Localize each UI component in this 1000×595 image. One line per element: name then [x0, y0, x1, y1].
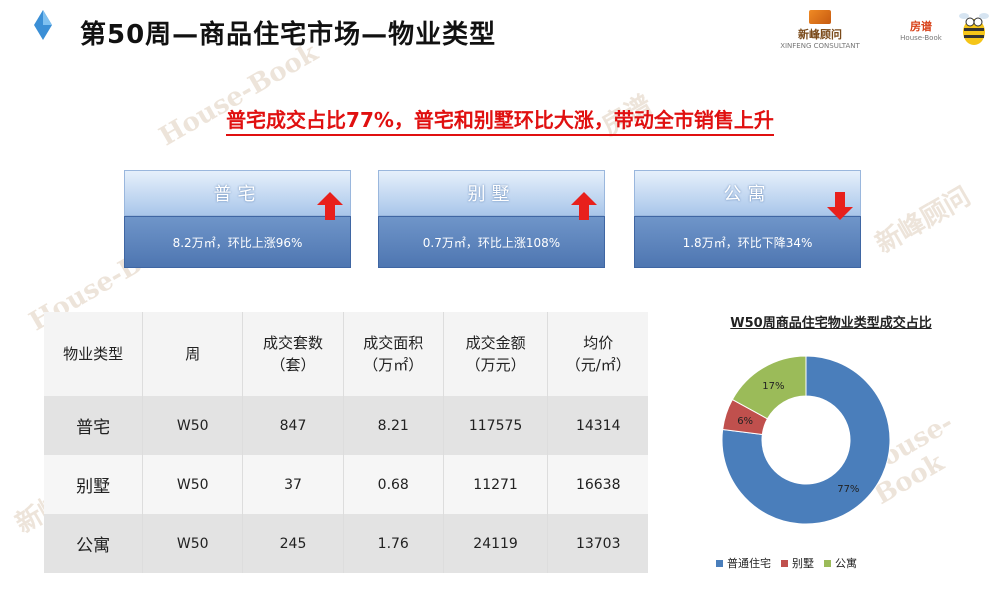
page-title: 第50周—商品住宅市场—物业类型: [80, 20, 497, 50]
table-row: 普宅 W50 847 8.21 117575 14314: [44, 396, 648, 455]
col-header: 周: [142, 312, 244, 396]
table-cell: 245: [242, 514, 344, 573]
headline: 普宅成交占比77%，普宅和别墅环比大涨，带动全市销售上升: [0, 104, 1000, 136]
card-detail: 8.2万㎡，环比上涨96%: [124, 216, 351, 268]
legend-swatch: [824, 559, 831, 567]
header-line: 物业类型: [63, 345, 124, 363]
col-header: 成交金额 （万元）: [443, 312, 549, 396]
table-cell: W50: [142, 514, 244, 573]
legend-label: 别墅: [792, 557, 814, 570]
header-line: 成交金额: [465, 334, 526, 352]
header-line: 成交套数: [263, 334, 324, 352]
table-cell: 8.21: [343, 396, 444, 455]
chart-title: W50周商品住宅物业类型成交占比: [730, 316, 932, 331]
xinfeng-mark-icon: [809, 10, 831, 24]
header-line: （万元）: [465, 356, 526, 374]
brand-a-sub: XINFENG CONSULTANT: [780, 42, 860, 50]
legend-swatch: [781, 559, 788, 567]
header-line: （万㎡）: [363, 356, 424, 374]
legend-item: 别墅: [781, 555, 814, 571]
slide-header: 第50周—商品住宅市场—物业类型 新峰顾问 XINFENG CONSULTANT…: [0, 0, 1000, 64]
table-cell: 普宅: [44, 396, 144, 455]
legend-item: 公寓: [824, 555, 857, 571]
col-header: 均价 （元/㎡）: [547, 312, 648, 396]
watermark: 新峰顾问: [870, 181, 976, 260]
bee-mascot-icon: [959, 13, 989, 45]
table-cell: 14314: [547, 396, 648, 455]
table-cell: 1.76: [343, 514, 444, 573]
table-cell: 公寓: [44, 514, 144, 573]
diamond-logo-icon: [34, 10, 52, 40]
col-header: 成交套数 （套）: [242, 312, 344, 396]
table-cell: 37: [242, 455, 344, 514]
header-line: 周: [185, 345, 201, 363]
brand-a-name: 新峰顾问: [798, 28, 842, 41]
card-puzhai: 普宅 8.2万㎡，环比上涨96%: [124, 170, 351, 268]
slide: House-Book 房谱 新峰顾问 House-Book 新峰顾问 House…: [0, 0, 1000, 595]
header-line: （元/㎡）: [565, 356, 631, 374]
table-cell: 0.68: [343, 455, 444, 514]
up-arrow-icon: [571, 192, 597, 220]
slice-label: 77%: [837, 484, 859, 495]
card-detail: 0.7万㎡，环比上涨108%: [378, 216, 605, 268]
col-header: 物业类型: [44, 312, 144, 396]
property-type-table: 物业类型 周 成交套数 （套） 成交面积 （万㎡） 成交金额 （万元） 均价 （元/㎡）…: [44, 312, 648, 573]
slice-label: 17%: [762, 381, 784, 392]
table-row: 别墅 W50 37 0.68 11271 16638: [44, 455, 648, 514]
header-line: 成交面积: [363, 334, 424, 352]
brand-b-sub: House-Book: [900, 34, 942, 42]
table-cell: 11271: [443, 455, 549, 514]
card-gongyu: 公寓 1.8万㎡，环比下降34%: [634, 170, 861, 268]
table-cell: W50: [142, 455, 244, 514]
up-arrow-icon: [317, 192, 343, 220]
legend-item: 普通住宅: [716, 555, 771, 571]
card-bieshu: 别墅 0.7万㎡，环比上涨108%: [378, 170, 605, 268]
legend-label: 公寓: [835, 557, 857, 570]
slice-label: 6%: [737, 416, 753, 427]
table-cell: 别墅: [44, 455, 144, 514]
table-cell: 847: [242, 396, 344, 455]
header-line: 均价: [583, 334, 614, 352]
table-header-row: 物业类型 周 成交套数 （套） 成交面积 （万㎡） 成交金额 （万元） 均价 （元/㎡）: [44, 312, 648, 396]
chart-legend: 普通住宅 别墅 公寓: [716, 555, 916, 571]
xinfeng-logo: 新峰顾问 XINFENG CONSULTANT: [780, 10, 860, 50]
table-cell: 16638: [547, 455, 648, 514]
down-arrow-icon: [827, 192, 853, 220]
housebook-logo: 房谱 House-Book: [882, 10, 960, 50]
donut-chart: 77% 6% 17%: [721, 355, 891, 525]
table-cell: W50: [142, 396, 244, 455]
table-cell: 117575: [443, 396, 549, 455]
brand-b-name: 房谱: [910, 20, 932, 33]
table-cell: 13703: [547, 514, 648, 573]
card-detail: 1.8万㎡，环比下降34%: [634, 216, 861, 268]
legend-label: 普通住宅: [727, 557, 771, 570]
header-line: （套）: [270, 356, 316, 374]
table-cell: 24119: [443, 514, 549, 573]
table-row: 公寓 W50 245 1.76 24119 13703: [44, 514, 648, 573]
headline-text: 普宅成交占比77%，普宅和别墅环比大涨，带动全市销售上升: [226, 108, 774, 136]
legend-swatch: [716, 559, 723, 567]
col-header: 成交面积 （万㎡）: [343, 312, 444, 396]
